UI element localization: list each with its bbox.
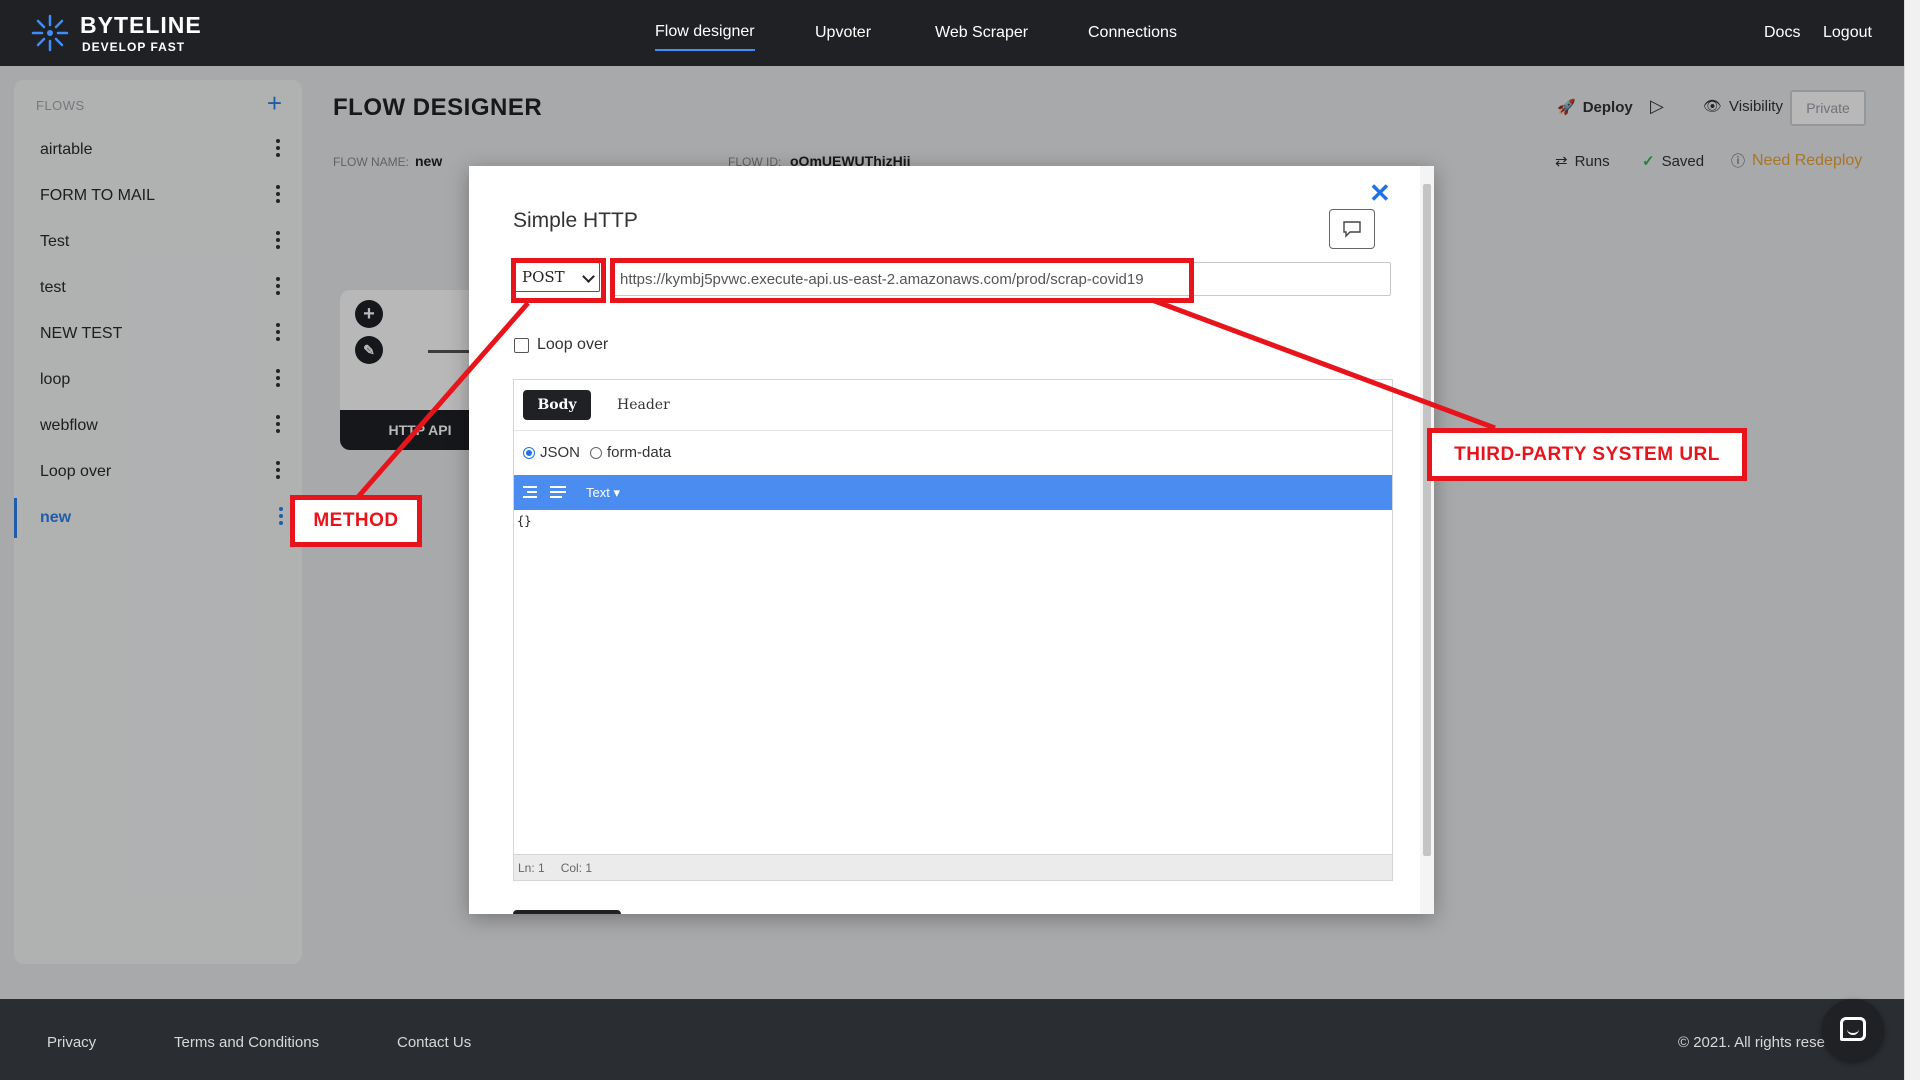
editor-mode-label: Text bbox=[586, 484, 610, 500]
nav-connections[interactable]: Connections bbox=[1088, 24, 1177, 42]
top-navbar: BYTELINE DEVELOP FAST Flow designer Upvo… bbox=[0, 0, 1920, 66]
chat-launcher-icon[interactable] bbox=[1822, 999, 1884, 1061]
json-radio-label: JSON bbox=[540, 444, 581, 461]
brand-tagline: DEVELOP FAST bbox=[82, 39, 186, 54]
editor-toolbar: Text ▾ bbox=[514, 475, 1392, 510]
brand-name: BYTELINE bbox=[80, 11, 202, 38]
url-highlight-box bbox=[610, 258, 1194, 303]
brand-logo[interactable]: BYTELINE DEVELOP FAST bbox=[30, 13, 202, 53]
tab-header[interactable]: Header bbox=[617, 397, 670, 413]
column-status: Col: 1 bbox=[560, 860, 593, 875]
speech-bubble-icon bbox=[1343, 221, 1361, 238]
method-annotation-label: METHOD bbox=[290, 495, 422, 547]
loop-over-label: Loop over bbox=[537, 336, 609, 353]
footer-copyright: © 2021. All rights rese bbox=[1678, 1034, 1825, 1051]
format-indent-icon[interactable] bbox=[523, 485, 541, 500]
json-radio[interactable] bbox=[523, 446, 535, 459]
nav-flow-designer[interactable]: Flow designer bbox=[655, 23, 755, 51]
footer-contact-link[interactable]: Contact Us bbox=[397, 1034, 471, 1051]
nav-docs[interactable]: Docs bbox=[1764, 24, 1800, 42]
method-highlight-box bbox=[511, 258, 606, 303]
editor-statusbar: Ln: 1 Col: 1 bbox=[514, 854, 1392, 880]
compact-lines-icon[interactable] bbox=[550, 485, 568, 500]
loop-over-checkbox[interactable]: Loop over bbox=[514, 336, 608, 354]
tab-body[interactable]: Body bbox=[523, 390, 591, 420]
line-status: Ln: 1 bbox=[518, 860, 545, 875]
byteline-logo-icon bbox=[31, 14, 69, 52]
checkbox-icon[interactable] bbox=[514, 337, 529, 353]
editor-mode-dropdown[interactable]: Text ▾ bbox=[586, 485, 620, 501]
form-data-radio-label: form-data bbox=[607, 444, 672, 461]
json-editor[interactable]: {} bbox=[514, 510, 1392, 850]
footer-terms-link[interactable]: Terms and Conditions bbox=[174, 1034, 319, 1051]
divider bbox=[514, 430, 1392, 431]
nav-logout[interactable]: Logout bbox=[1823, 24, 1872, 42]
body-type-options: JSON form-data bbox=[523, 444, 671, 461]
footer: Privacy Terms and Conditions Contact Us … bbox=[0, 999, 1920, 1080]
modal-title: Simple HTTP bbox=[513, 209, 638, 232]
submit-button[interactable] bbox=[513, 910, 621, 914]
page-scrollbar[interactable] bbox=[1904, 0, 1920, 1080]
footer-privacy-link[interactable]: Privacy bbox=[47, 1034, 96, 1051]
form-data-radio[interactable] bbox=[590, 446, 603, 459]
request-config-panel: Body Header JSON form-data Text ▾ {} Ln:… bbox=[513, 379, 1393, 881]
close-icon[interactable]: ✕ bbox=[1369, 178, 1391, 209]
nav-upvoter[interactable]: Upvoter bbox=[815, 24, 871, 42]
url-annotation-label: THIRD-PARTY SYSTEM URL bbox=[1427, 428, 1747, 481]
modal-scrollbar[interactable] bbox=[1420, 166, 1434, 914]
nav-web-scraper[interactable]: Web Scraper bbox=[935, 24, 1028, 42]
comment-button[interactable] bbox=[1329, 209, 1375, 249]
